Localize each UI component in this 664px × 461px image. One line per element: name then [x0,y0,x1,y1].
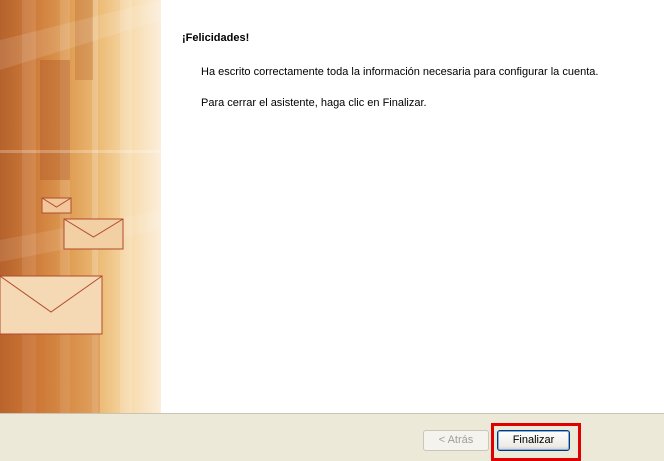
wizard-footer: < Atrás Finalizar [0,413,664,461]
envelope-icon [0,275,103,335]
completion-message: Ha escrito correctamente toda la informa… [201,66,599,78]
back-button[interactable]: < Atrás [423,430,489,451]
envelope-icon [63,218,124,250]
finish-button[interactable]: Finalizar [497,430,570,451]
envelope-icon [41,197,72,214]
wizard-banner [0,0,161,413]
banner-art [0,0,161,413]
wizard-window: ¡Felicidades! Ha escrito correctamente t… [0,0,664,461]
close-instructions: Para cerrar el asistente, haga clic en F… [201,97,427,109]
page-title: ¡Felicidades! [182,32,250,44]
wizard-content: ¡Felicidades! Ha escrito correctamente t… [161,0,664,413]
